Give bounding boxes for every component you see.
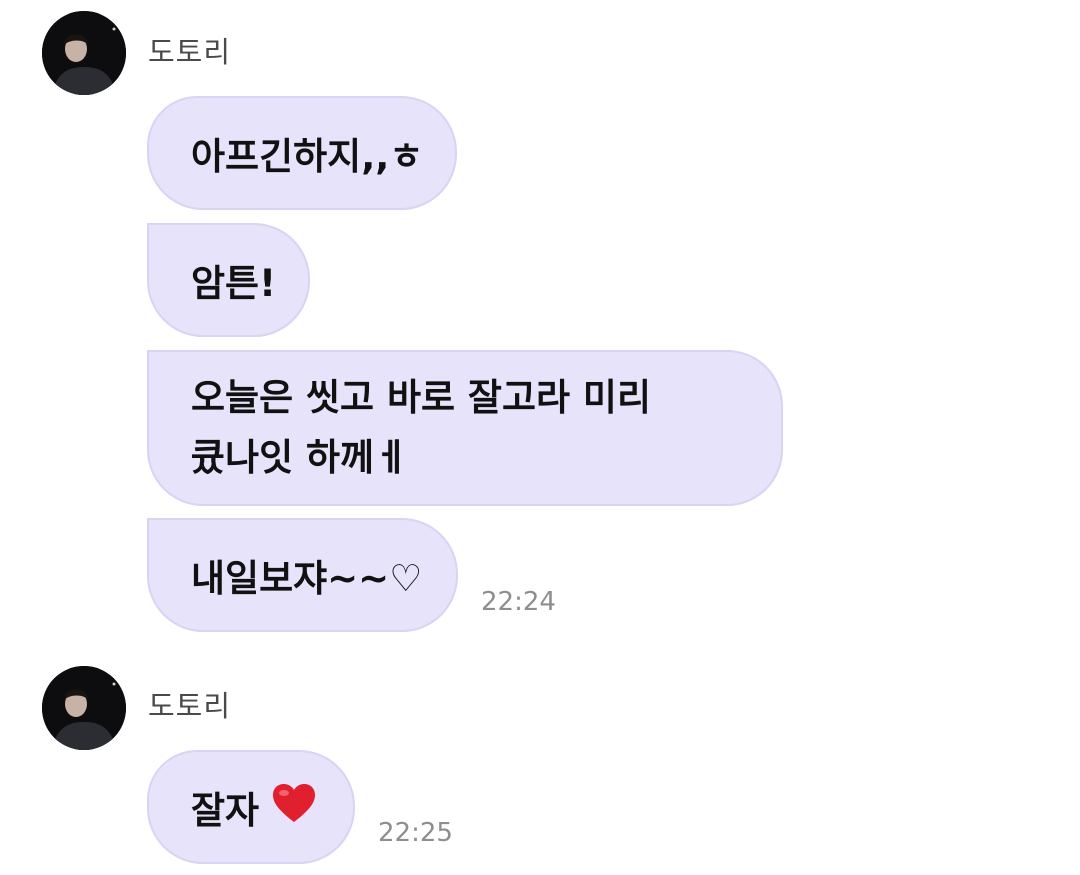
message-bubble[interactable]: 암튼! [147,223,310,337]
message-timestamp: 22:24 [481,587,556,617]
message-bubble[interactable]: 오늘은 씻고 바로 잘고라 미리 큤나잇 하께ㅔ [147,350,783,506]
message-text: 잘자 [191,789,260,832]
message-text: 아프긴하지,,ㅎ [191,135,424,178]
message-text: 내일보쟈~~♡ [191,557,423,600]
profile-photo-icon [42,11,126,95]
profile-photo-icon [42,666,126,750]
message-bubble[interactable]: 잘자 [147,750,355,864]
sender-name: 도토리 [148,689,232,723]
message-timestamp: 22:25 [378,818,453,848]
sender-avatar[interactable] [42,666,126,750]
sender-avatar[interactable] [42,11,126,95]
message-text-line: 큤나잇 하께ㅔ [191,436,409,479]
message-text-line: 오늘은 씻고 바로 잘고라 미리 [191,376,652,419]
message-bubble[interactable]: 내일보쟈~~♡ [147,518,458,632]
message-text: 암튼! [191,262,276,305]
red-heart-icon [271,782,317,833]
sender-name: 도토리 [148,35,232,69]
message-bubble[interactable]: 아프긴하지,,ㅎ [147,96,457,210]
